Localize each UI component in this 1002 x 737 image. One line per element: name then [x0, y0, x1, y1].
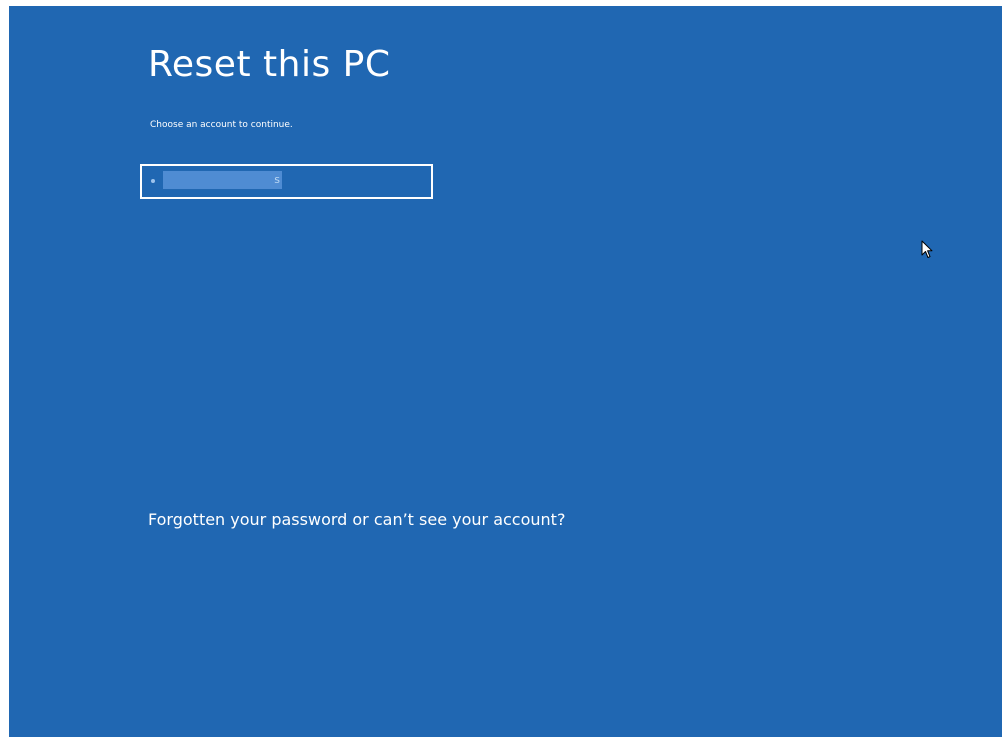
page-title: Reset this PC	[148, 44, 391, 85]
forgot-password-link[interactable]: Forgotten your password or can’t see you…	[148, 510, 565, 529]
account-bullet-icon	[151, 179, 155, 183]
mouse-pointer-icon	[921, 240, 933, 258]
account-name: s	[163, 171, 282, 189]
account-item[interactable]: s	[140, 164, 433, 199]
reset-pc-screen: Reset this PC Choose an account to conti…	[9, 6, 1002, 737]
account-list: s	[140, 164, 433, 199]
page-subtitle: Choose an account to continue.	[150, 120, 293, 130]
